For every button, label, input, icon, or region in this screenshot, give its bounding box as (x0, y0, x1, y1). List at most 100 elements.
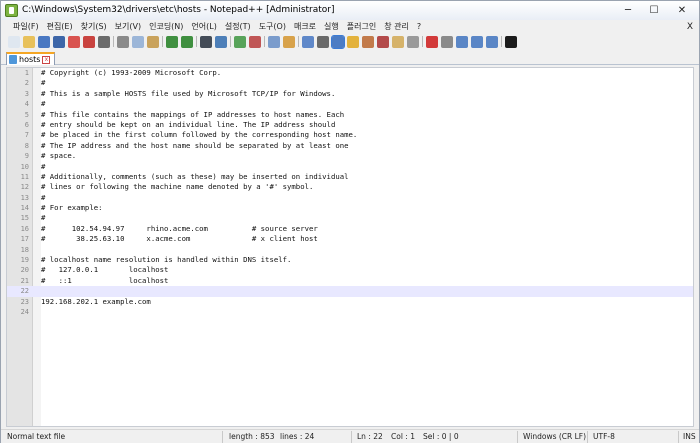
tab-close-icon[interactable]: x (42, 55, 51, 64)
editor-line[interactable]: 7 # be placed in the first column followe… (7, 130, 693, 140)
editor-line[interactable]: 19 # localhost name resolution is handled… (7, 255, 693, 265)
editor-lines: 1 # Copyright (c) 1993-2009 Microsoft Cor… (7, 68, 693, 317)
editor-line[interactable]: 15 # (7, 213, 693, 223)
word-wrap-icon[interactable] (302, 35, 314, 48)
line-number: 6 (24, 120, 29, 129)
editor-line[interactable]: 12 # lines or following the machine name … (7, 182, 693, 192)
toolbar-separator (298, 36, 299, 47)
editor-line[interactable]: 18 (7, 245, 693, 255)
line-text: # For example: (41, 203, 103, 213)
line-number: 24 (20, 307, 29, 316)
maximize-button[interactable]: ☐ (641, 2, 667, 18)
menu-tools[interactable]: 도구(O) (255, 20, 290, 34)
editor-line[interactable]: 11 # Additionally, comments (such as thes… (7, 172, 693, 182)
play-macro-multiple-icon[interactable] (471, 35, 483, 48)
editor-line[interactable]: 13 # (7, 193, 693, 203)
tab-hosts[interactable]: hosts x (6, 52, 56, 65)
user-language-icon[interactable] (347, 35, 359, 48)
title-bar[interactable]: C:\Windows\System32\drivers\etc\hosts - … (1, 1, 699, 20)
close-all-icon[interactable] (83, 35, 95, 48)
menu-plugins[interactable]: 플러그인 (343, 20, 380, 34)
menu-window[interactable]: 창 관리 (380, 20, 413, 34)
doc-map-icon[interactable] (362, 35, 374, 48)
toolbar (1, 34, 699, 49)
close-document-x[interactable]: X (687, 20, 693, 34)
status-bar: Normal text file length : 853 lines : 24… (1, 429, 699, 443)
line-text: # be placed in the first column followed… (41, 130, 358, 140)
editor-line[interactable]: 21 # ::1 localhost (7, 276, 693, 286)
editor-line[interactable]: 5 # This file contains the mappings of IP… (7, 110, 693, 120)
editor-line[interactable]: 2 # (7, 78, 693, 88)
play-macro-icon[interactable] (456, 35, 468, 48)
sync-vertical-icon[interactable] (268, 35, 280, 48)
editor-line[interactable]: 14 # For example: (7, 203, 693, 213)
minimize-button[interactable]: ─ (615, 2, 641, 18)
menu-language[interactable]: 언어(L) (187, 20, 220, 34)
editor-line[interactable]: 24 (7, 307, 693, 317)
open-file-icon[interactable] (23, 35, 35, 48)
line-number: 21 (20, 276, 29, 285)
editor-line[interactable]: 9 # space. (7, 151, 693, 161)
line-text: # 102.54.94.97 rhino.acme.com # source s… (41, 223, 318, 233)
editor-line[interactable]: 10 # (7, 162, 693, 172)
status-eol[interactable]: Windows (CR LF) (519, 430, 586, 443)
line-text: # Additionally, comments (such as these)… (41, 171, 349, 181)
line-text: # (41, 213, 46, 223)
toolbar-separator (196, 36, 197, 47)
print-icon[interactable] (98, 35, 110, 48)
replace-icon[interactable] (215, 35, 227, 48)
stop-macro-icon[interactable] (441, 35, 453, 48)
undo-icon[interactable] (166, 35, 178, 48)
save-macro-icon[interactable] (486, 35, 498, 48)
save-icon[interactable] (38, 35, 50, 48)
status-encoding[interactable]: UTF-8 (589, 430, 615, 443)
menu-view[interactable]: 보기(V) (111, 20, 145, 34)
menu-file[interactable]: 파일(F) (9, 20, 43, 34)
editor-line[interactable]: 4 # (7, 99, 693, 109)
save-all-icon[interactable] (53, 35, 65, 48)
folder-workspace-icon[interactable] (392, 35, 404, 48)
copy-icon[interactable] (132, 35, 144, 48)
menu-settings[interactable]: 설정(T) (221, 20, 255, 34)
editor-line[interactable]: 1 # Copyright (c) 1993-2009 Microsoft Cor… (7, 68, 693, 78)
editor-line[interactable]: 23 192.168.202.1 example.com (7, 297, 693, 307)
menu-edit[interactable]: 편집(E) (43, 20, 77, 34)
paste-icon[interactable] (147, 35, 159, 48)
cut-icon[interactable] (117, 35, 129, 48)
redo-icon[interactable] (181, 35, 193, 48)
line-number: 9 (24, 152, 29, 161)
editor-line[interactable]: 6 # entry should be kept on an individual… (7, 120, 693, 130)
sync-horizontal-icon[interactable] (283, 35, 295, 48)
close-window-button[interactable]: ✕ (667, 2, 697, 18)
line-number: 20 (20, 266, 29, 275)
zoom-in-icon[interactable] (234, 35, 246, 48)
text-editor[interactable]: 1 # Copyright (c) 1993-2009 Microsoft Cor… (6, 67, 694, 427)
menu-macro[interactable]: 매크로 (290, 20, 320, 34)
editor-line[interactable]: 17 # 38.25.63.10 x.acme.com # x client ho… (7, 234, 693, 244)
editor-line[interactable]: 16 # 102.54.94.97 rhino.acme.com # source… (7, 224, 693, 234)
console-icon[interactable] (505, 35, 517, 48)
close-icon[interactable] (68, 35, 80, 48)
menu-help[interactable]: ? (413, 20, 425, 34)
editor-line[interactable]: 3 # This is a sample HOSTS file used by M… (7, 89, 693, 99)
new-file-icon[interactable] (8, 35, 20, 48)
record-macro-icon[interactable] (426, 35, 438, 48)
line-number: 8 (24, 141, 29, 150)
menu-encoding[interactable]: 인코딩(N) (145, 20, 187, 34)
show-all-chars-icon[interactable] (317, 35, 329, 48)
line-text: # entry should be kept on an individual … (41, 119, 336, 129)
editor-line[interactable]: 8 # The IP address and the host name shou… (7, 141, 693, 151)
find-icon[interactable] (200, 35, 212, 48)
editor-line[interactable]: 22 (7, 286, 693, 297)
zoom-out-icon[interactable] (249, 35, 261, 48)
function-list-icon[interactable] (377, 35, 389, 48)
indent-guide-icon[interactable] (331, 34, 345, 49)
status-insert-mode[interactable]: INS (679, 430, 696, 443)
line-text: 192.168.202.1 example.com (41, 296, 151, 306)
editor-line[interactable]: 20 # 127.0.0.1 localhost (7, 265, 693, 275)
notepadpp-app-icon[interactable] (5, 4, 18, 17)
line-text: # This is a sample HOSTS file used by Mi… (41, 88, 336, 98)
menu-run[interactable]: 실행 (320, 20, 343, 34)
monitoring-icon[interactable] (407, 35, 419, 48)
menu-search[interactable]: 찾기(S) (77, 20, 111, 34)
